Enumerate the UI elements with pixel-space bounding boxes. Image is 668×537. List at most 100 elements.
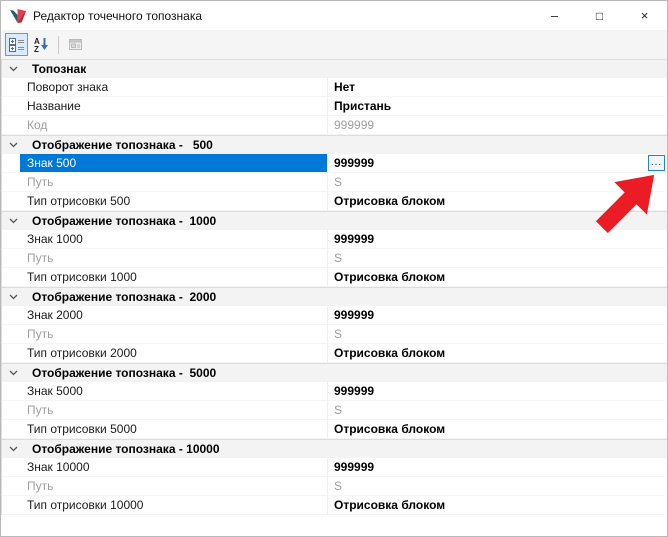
toolbar: A Z	[1, 30, 667, 59]
property-label[interactable]: Знак 1000	[20, 230, 328, 249]
category-label: Топознак	[32, 60, 86, 78]
row-indent	[2, 230, 20, 249]
property-row[interactable]: Поворот знакаНет	[2, 78, 667, 97]
property-label[interactable]: Тип отрисовки 500	[20, 192, 328, 211]
property-label[interactable]: Поворот знака	[20, 78, 328, 97]
property-label[interactable]: Знак 10000	[20, 458, 328, 477]
property-value[interactable]: Отрисовка блоком	[328, 496, 667, 515]
category-header[interactable]: Отображение топознака - 5000	[2, 363, 667, 382]
property-row[interactable]: ПутьS	[2, 477, 667, 496]
property-value[interactable]: Отрисовка блоком	[328, 344, 667, 363]
window-controls: – □ ×	[532, 1, 667, 30]
row-indent	[2, 306, 20, 325]
row-indent	[2, 154, 20, 173]
property-pages-button	[64, 33, 87, 56]
property-label[interactable]: Знак 2000	[20, 306, 328, 325]
chevron-down-icon[interactable]	[9, 446, 19, 453]
property-label[interactable]: Код	[20, 116, 328, 135]
property-value[interactable]: 999999	[328, 306, 667, 325]
property-label[interactable]: Тип отрисовки 5000	[20, 420, 328, 439]
property-value[interactable]: 999999	[328, 382, 667, 401]
chevron-down-icon[interactable]	[9, 66, 19, 73]
row-indent	[2, 496, 20, 515]
property-row[interactable]: ПутьS	[2, 325, 667, 344]
row-indent	[2, 268, 20, 287]
chevron-down-icon[interactable]	[9, 218, 19, 225]
svg-text:Z: Z	[34, 45, 39, 52]
ellipsis-editor-button[interactable]: ...	[648, 155, 665, 171]
property-value[interactable]: 999999...	[328, 154, 667, 173]
property-grid: ТопознакПоворот знакаНетНазваниеПристань…	[1, 59, 667, 515]
property-label[interactable]: Путь	[20, 401, 328, 420]
property-value[interactable]: Отрисовка блоком	[328, 420, 667, 439]
property-value[interactable]: Пристань	[328, 97, 667, 116]
property-value[interactable]: 999999	[328, 230, 667, 249]
window: Редактор точечного топознака – □ ×	[0, 0, 668, 537]
row-indent	[2, 249, 20, 268]
row-indent	[2, 97, 20, 116]
categorized-view-button[interactable]	[5, 33, 28, 56]
property-value[interactable]: 999999	[328, 458, 667, 477]
category-label: Отображение топознака - 1000	[32, 212, 216, 230]
minimize-button[interactable]: –	[532, 1, 577, 30]
property-row[interactable]: Знак 500999999...	[2, 154, 667, 173]
row-indent	[2, 78, 20, 97]
close-button[interactable]: ×	[622, 1, 667, 30]
property-value[interactable]: Отрисовка блоком	[328, 192, 667, 211]
property-row[interactable]: НазваниеПристань	[2, 97, 667, 116]
category-label: Отображение топознака - 10000	[32, 440, 220, 458]
category-header[interactable]: Отображение топознака - 2000	[2, 287, 667, 306]
property-row[interactable]: Знак 10000999999	[2, 458, 667, 477]
property-label[interactable]: Тип отрисовки 10000	[20, 496, 328, 515]
property-row[interactable]: ПутьS	[2, 401, 667, 420]
row-indent	[2, 477, 20, 496]
property-value[interactable]: Нет	[328, 78, 667, 97]
sort-az-icon: A Z	[34, 37, 49, 52]
row-indent	[2, 401, 20, 420]
property-label[interactable]: Название	[20, 97, 328, 116]
category-header[interactable]: Отображение топознака - 1000	[2, 211, 667, 230]
property-row[interactable]: Знак 1000999999	[2, 230, 667, 249]
property-label[interactable]: Тип отрисовки 2000	[20, 344, 328, 363]
property-label[interactable]: Путь	[20, 477, 328, 496]
property-row[interactable]: Тип отрисовки 500Отрисовка блоком	[2, 192, 667, 211]
property-value: S	[328, 401, 667, 420]
property-label[interactable]: Знак 5000	[20, 382, 328, 401]
property-row[interactable]: Тип отрисовки 10000Отрисовка блоком	[2, 496, 667, 515]
property-value[interactable]: Отрисовка блоком	[328, 268, 667, 287]
property-pages-icon	[68, 38, 83, 51]
property-row[interactable]: Тип отрисовки 5000Отрисовка блоком	[2, 420, 667, 439]
property-label[interactable]: Путь	[20, 249, 328, 268]
alphabetical-sort-button[interactable]: A Z	[30, 33, 53, 56]
row-indent	[2, 344, 20, 363]
category-header[interactable]: Отображение топознака - 500	[2, 135, 667, 154]
property-label[interactable]: Путь	[20, 173, 328, 192]
property-label[interactable]: Тип отрисовки 1000	[20, 268, 328, 287]
property-row[interactable]: Тип отрисовки 2000Отрисовка блоком	[2, 344, 667, 363]
row-indent	[2, 325, 20, 344]
category-header[interactable]: Топознак	[2, 59, 667, 78]
property-row[interactable]: Код999999	[2, 116, 667, 135]
categorized-view-icon	[9, 38, 24, 52]
app-logo-icon	[9, 8, 27, 24]
property-value: S	[328, 249, 667, 268]
property-value: S	[328, 477, 667, 496]
property-value: S	[328, 325, 667, 344]
category-label: Отображение топознака - 5000	[32, 364, 216, 382]
category-header[interactable]: Отображение топознака - 10000	[2, 439, 667, 458]
property-row[interactable]: Знак 2000999999	[2, 306, 667, 325]
row-indent	[2, 116, 20, 135]
row-indent	[2, 192, 20, 211]
property-row[interactable]: ПутьS	[2, 249, 667, 268]
property-row[interactable]: ПутьS	[2, 173, 667, 192]
property-label[interactable]: Путь	[20, 325, 328, 344]
property-row[interactable]: Знак 5000999999	[2, 382, 667, 401]
chevron-down-icon[interactable]	[9, 370, 19, 377]
maximize-button[interactable]: □	[577, 1, 622, 30]
property-row[interactable]: Тип отрисовки 1000Отрисовка блоком	[2, 268, 667, 287]
chevron-down-icon[interactable]	[9, 142, 19, 149]
row-indent	[2, 458, 20, 477]
category-label: Отображение топознака - 2000	[32, 288, 216, 306]
chevron-down-icon[interactable]	[9, 294, 19, 301]
property-label[interactable]: Знак 500	[20, 154, 328, 173]
